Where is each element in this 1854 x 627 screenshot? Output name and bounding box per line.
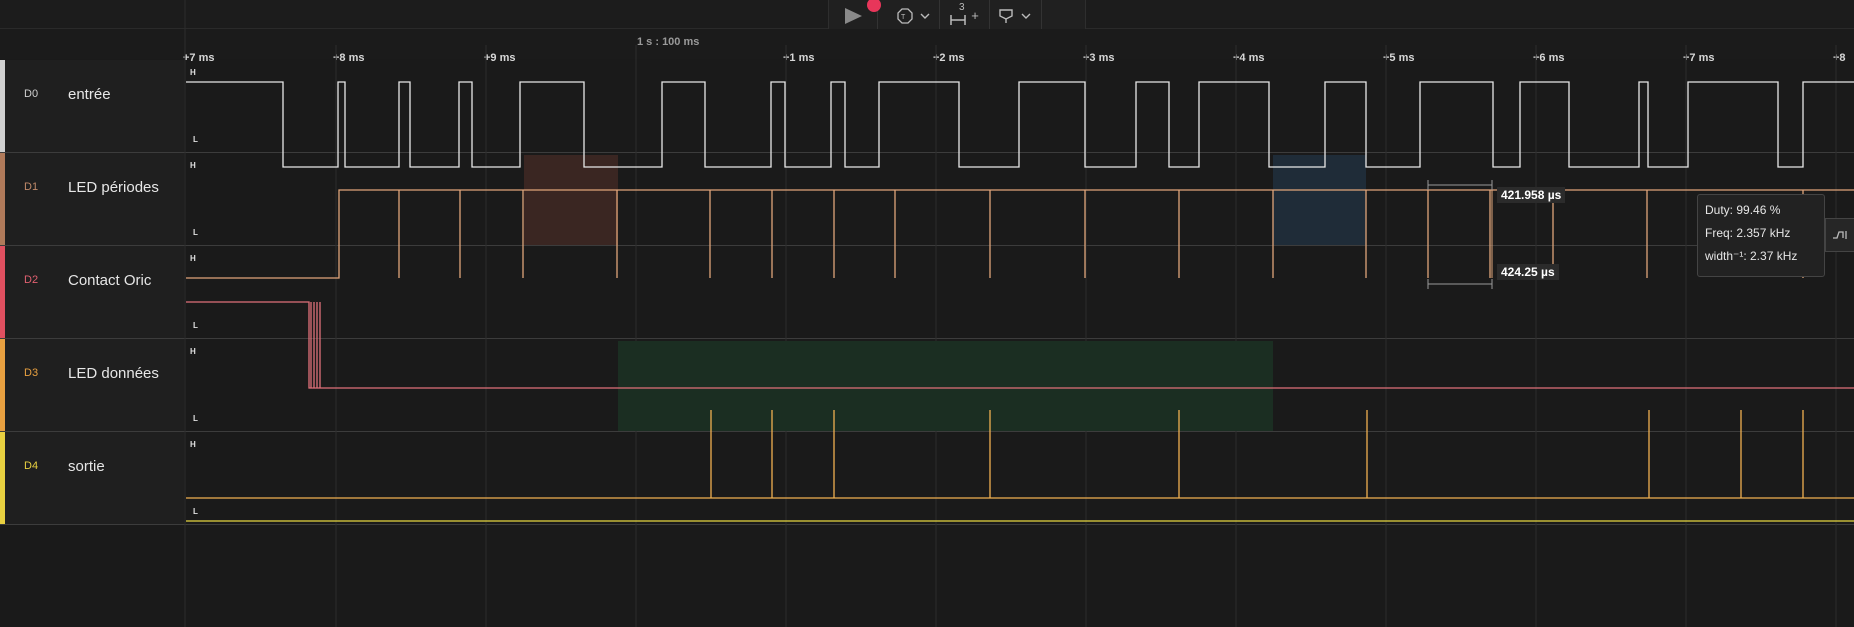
- edge-toggle-button[interactable]: [1825, 218, 1854, 252]
- measurement-tooltip: Duty: 99.46 % Freq: 2.357 kHz width⁻¹: 2…: [1697, 194, 1825, 277]
- tooltip-width: width⁻¹: 2.37 kHz: [1705, 249, 1798, 263]
- measurement-markers[interactable]: [1427, 180, 1493, 289]
- measurement-period-top[interactable]: 421.958 µs: [1497, 187, 1566, 203]
- time-grid: [184, 0, 1837, 627]
- highlight-region-blue[interactable]: [1273, 155, 1366, 245]
- waveform-d0: [186, 81, 1854, 168]
- tooltip-freq: Freq: 2.357 kHz: [1705, 226, 1791, 240]
- tooltip-duty: Duty: 99.46 %: [1705, 203, 1781, 217]
- waveform-d1: [186, 189, 1854, 279]
- waveform-canvas[interactable]: [0, 0, 1854, 627]
- measurement-period-bottom[interactable]: 424.25 µs: [1497, 264, 1559, 280]
- edge-icon: [1832, 231, 1847, 239]
- highlight-region-red[interactable]: [524, 155, 618, 245]
- highlight-region-green[interactable]: [618, 341, 1273, 431]
